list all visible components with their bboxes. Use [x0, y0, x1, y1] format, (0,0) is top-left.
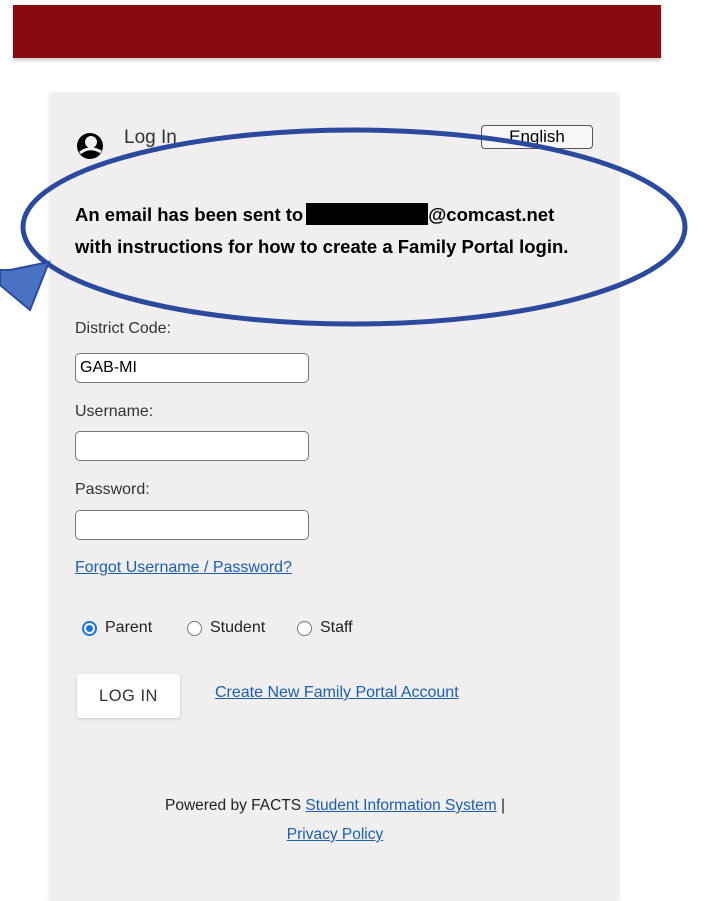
- redacted-email-block: [306, 203, 429, 225]
- username-input[interactable]: [75, 431, 309, 461]
- user-silhouette-icon: [77, 133, 103, 159]
- student-radio[interactable]: [187, 620, 202, 636]
- footer-separator: |: [500, 797, 506, 814]
- privacy-policy-link[interactable]: Privacy Policy: [287, 826, 383, 843]
- password-input[interactable]: [75, 510, 309, 540]
- parent-radio-label: Parent: [105, 619, 153, 636]
- district-code-input[interactable]: [75, 353, 309, 383]
- username-label: Username:: [75, 403, 154, 420]
- role-option-staff[interactable]: Staff: [297, 619, 353, 637]
- create-account-link[interactable]: Create New Family Portal Account: [215, 684, 459, 702]
- footer-line-2: Privacy Policy: [75, 820, 595, 849]
- password-label: Password:: [75, 481, 150, 498]
- powered-by-text: Powered by FACTS: [164, 797, 302, 814]
- footer: Powered by FACTS Student Information Sys…: [75, 791, 595, 849]
- district-code-label: District Code:: [75, 320, 172, 337]
- sis-link[interactable]: Student Information System: [305, 797, 496, 814]
- message-email-suffix: @comcast.net: [428, 204, 555, 225]
- annotation-arrow: [0, 260, 51, 312]
- forgot-credentials-link[interactable]: Forgot Username / Password?: [75, 559, 292, 577]
- message-rest: with instructions for how to create a Fa…: [75, 236, 569, 257]
- staff-radio[interactable]: [297, 620, 312, 636]
- language-button[interactable]: English: [481, 125, 593, 149]
- parent-radio[interactable]: [82, 620, 97, 636]
- message-prefix: An email has been sent to: [75, 204, 304, 225]
- student-radio-label: Student: [210, 619, 266, 636]
- role-option-student[interactable]: Student: [187, 619, 265, 637]
- login-button[interactable]: LOG IN: [77, 674, 180, 718]
- email-sent-message: An email has been sent to @comcast.net wi…: [75, 199, 595, 263]
- role-option-parent[interactable]: Parent: [82, 619, 152, 637]
- staff-radio-label: Staff: [320, 619, 353, 636]
- footer-line-1: Powered by FACTS Student Information Sys…: [75, 791, 595, 820]
- login-title: Log In: [124, 127, 177, 148]
- header-bar: [13, 5, 661, 58]
